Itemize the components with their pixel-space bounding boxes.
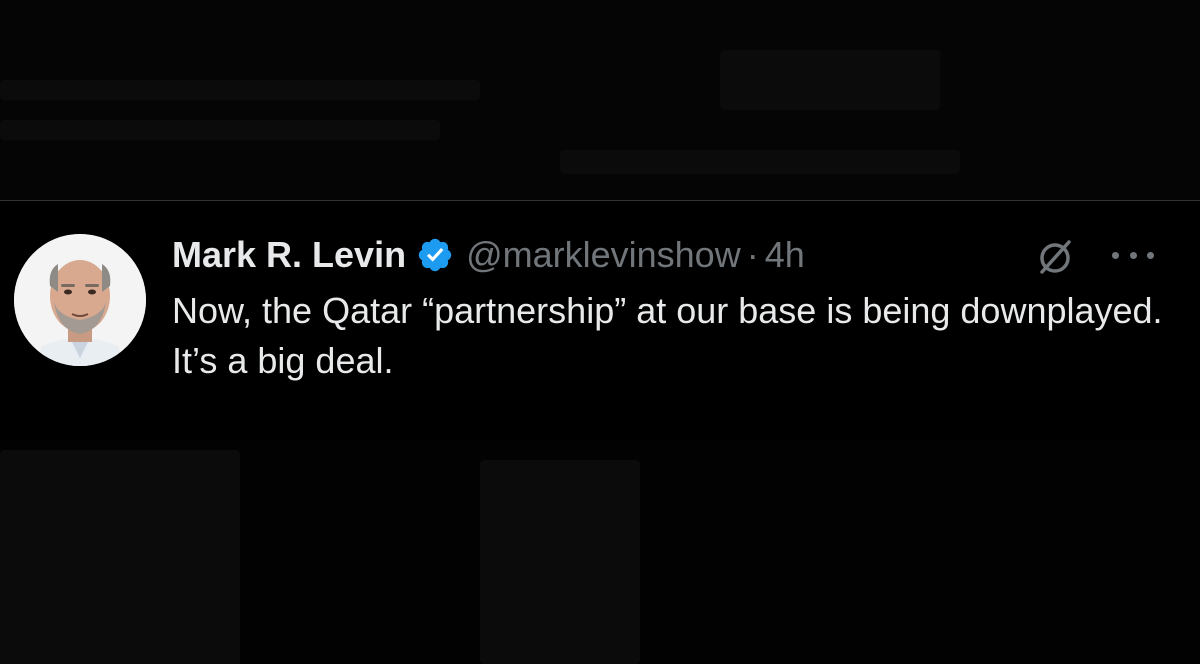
avatar-portrait: [14, 234, 146, 366]
tweet-divider: [0, 200, 1200, 201]
author-handle[interactable]: @marklevinshow: [466, 234, 741, 276]
faded-image: [720, 50, 940, 110]
tweet-text: Now, the Qatar “partnership” at our base…: [172, 290, 1163, 381]
tweet-header: Mark R. Levin @marklevinshow · 4h: [172, 232, 805, 278]
faded-text-line: [0, 80, 480, 100]
faded-next-content: [0, 440, 1200, 664]
separator-dot: ·: [746, 234, 759, 275]
faded-card: [480, 460, 640, 664]
more-options-icon[interactable]: [1112, 248, 1154, 262]
faded-previous-content: [0, 0, 1200, 200]
author-name[interactable]: Mark R. Levin: [172, 234, 406, 276]
faded-text-line: [560, 150, 960, 174]
avatar[interactable]: [14, 234, 146, 366]
verified-badge-icon[interactable]: [416, 236, 454, 274]
tweet-timestamp[interactable]: 4h: [765, 234, 805, 276]
more-dot: [1147, 251, 1154, 259]
screenshot-page: Mark R. Levin @marklevinshow · 4h Now, t…: [0, 0, 1200, 664]
grok-icon[interactable]: [1034, 236, 1076, 278]
faded-card: [0, 450, 240, 664]
more-dot: [1129, 251, 1137, 259]
faded-text-line: [0, 120, 440, 140]
more-dot: [1112, 251, 1119, 259]
